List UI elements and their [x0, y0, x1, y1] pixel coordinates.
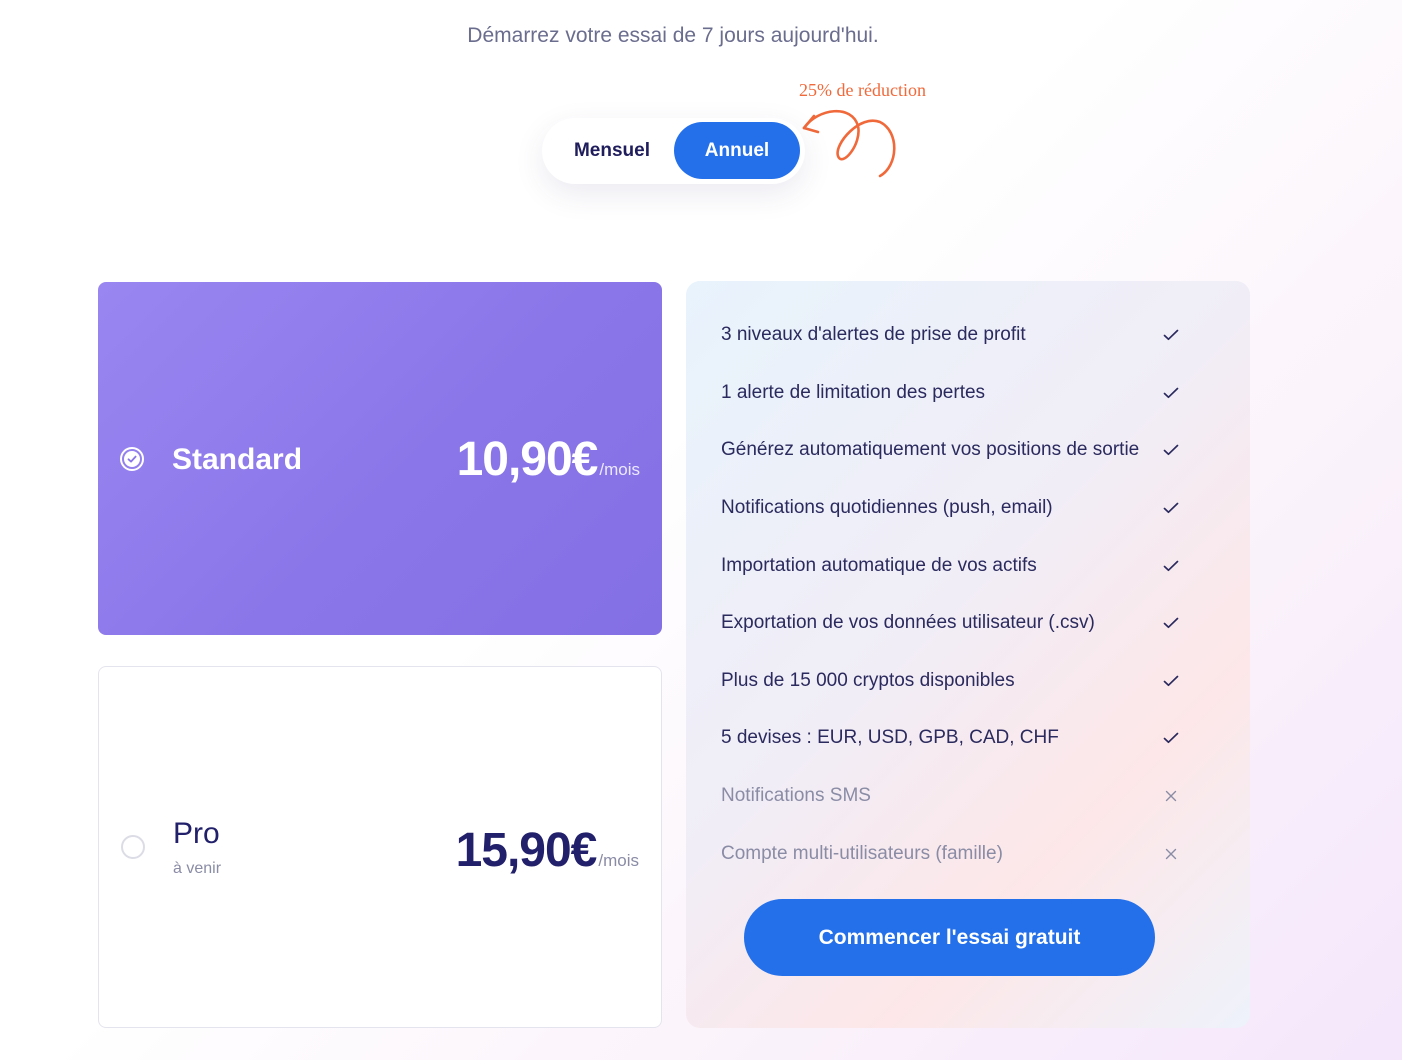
feature-label: Notifications quotidiennes (push, email): [721, 497, 1053, 518]
feature-item: Notifications SMS: [721, 781, 1181, 811]
feature-item: Importation automatique de vos actifs: [721, 551, 1181, 581]
feature-label: Compte multi-utilisateurs (famille): [721, 843, 1003, 864]
feature-item: 1 alerte de limitation des pertes: [721, 378, 1181, 408]
price-period: /mois: [599, 460, 640, 479]
feature-label: Plus de 15 000 cryptos disponibles: [721, 670, 1015, 691]
toggle-annual[interactable]: Annuel: [674, 122, 800, 179]
plan-status: à venir: [173, 860, 222, 877]
plan-name: Standard: [172, 443, 303, 476]
check-icon: [1163, 502, 1179, 514]
feature-item: Compte multi-utilisateurs (famille): [721, 839, 1181, 869]
feature-label: Exportation de vos données utilisateur (…: [721, 612, 1095, 633]
feature-item: Plus de 15 000 cryptos disponibles: [721, 666, 1181, 696]
plan-radio[interactable]: [121, 835, 145, 859]
curly-arrow-icon: [802, 109, 896, 178]
check-icon: [127, 455, 137, 463]
feature-item: 5 devises : EUR, USD, GPB, CAD, CHF: [721, 723, 1181, 753]
feature-label: Notifications SMS: [721, 785, 871, 806]
plan-price: 10,90€ /mois: [457, 432, 640, 487]
price-period: /mois: [598, 851, 639, 870]
plan-card-pro[interactable]: Pro à venir 15,90€ /mois: [98, 666, 662, 1028]
price-amount: 15,90€: [455, 824, 598, 877]
plan-price: 15,90€ /mois: [456, 823, 639, 878]
feature-label: Générez automatiquement vos positions de…: [721, 439, 1140, 460]
feature-label: 3 niveaux d'alertes de prise de profit: [721, 324, 1026, 345]
plan-radio-selected[interactable]: [120, 447, 144, 471]
toggle-monthly[interactable]: Mensuel: [550, 122, 674, 179]
cross-icon: [1165, 848, 1177, 860]
cross-icon: [1165, 790, 1177, 802]
check-icon: [1163, 387, 1179, 399]
plan-name: Pro: [173, 817, 220, 850]
feature-item: Exportation de vos données utilisateur (…: [721, 608, 1181, 638]
price-amount: 10,90€: [456, 433, 599, 486]
feature-label: 5 devises : EUR, USD, GPB, CAD, CHF: [721, 727, 1059, 748]
feature-label: 1 alerte de limitation des pertes: [721, 382, 986, 403]
features-panel: 3 niveaux d'alertes de prise de profit 1…: [686, 281, 1250, 1028]
check-icon: [1163, 675, 1179, 687]
feature-item: Générez automatiquement vos positions de…: [721, 435, 1181, 465]
page-subtitle: Démarrez votre essai de 7 jours aujourd'…: [467, 24, 879, 47]
plan-card-standard[interactable]: Standard 10,90€ /mois: [98, 282, 662, 635]
feature-item: Notifications quotidiennes (push, email): [721, 493, 1181, 523]
check-icon: [1163, 560, 1179, 572]
discount-note: 25% de réduction: [799, 80, 926, 100]
start-free-trial-button[interactable]: Commencer l'essai gratuit: [744, 899, 1155, 976]
feature-label: Importation automatique de vos actifs: [721, 555, 1037, 576]
check-icon: [1163, 444, 1179, 456]
check-icon: [1163, 329, 1179, 341]
check-icon: [1163, 617, 1179, 629]
check-icon: [1163, 732, 1179, 744]
feature-item: 3 niveaux d'alertes de prise de profit: [721, 320, 1181, 350]
billing-toggle: Mensuel Annuel: [542, 118, 805, 184]
